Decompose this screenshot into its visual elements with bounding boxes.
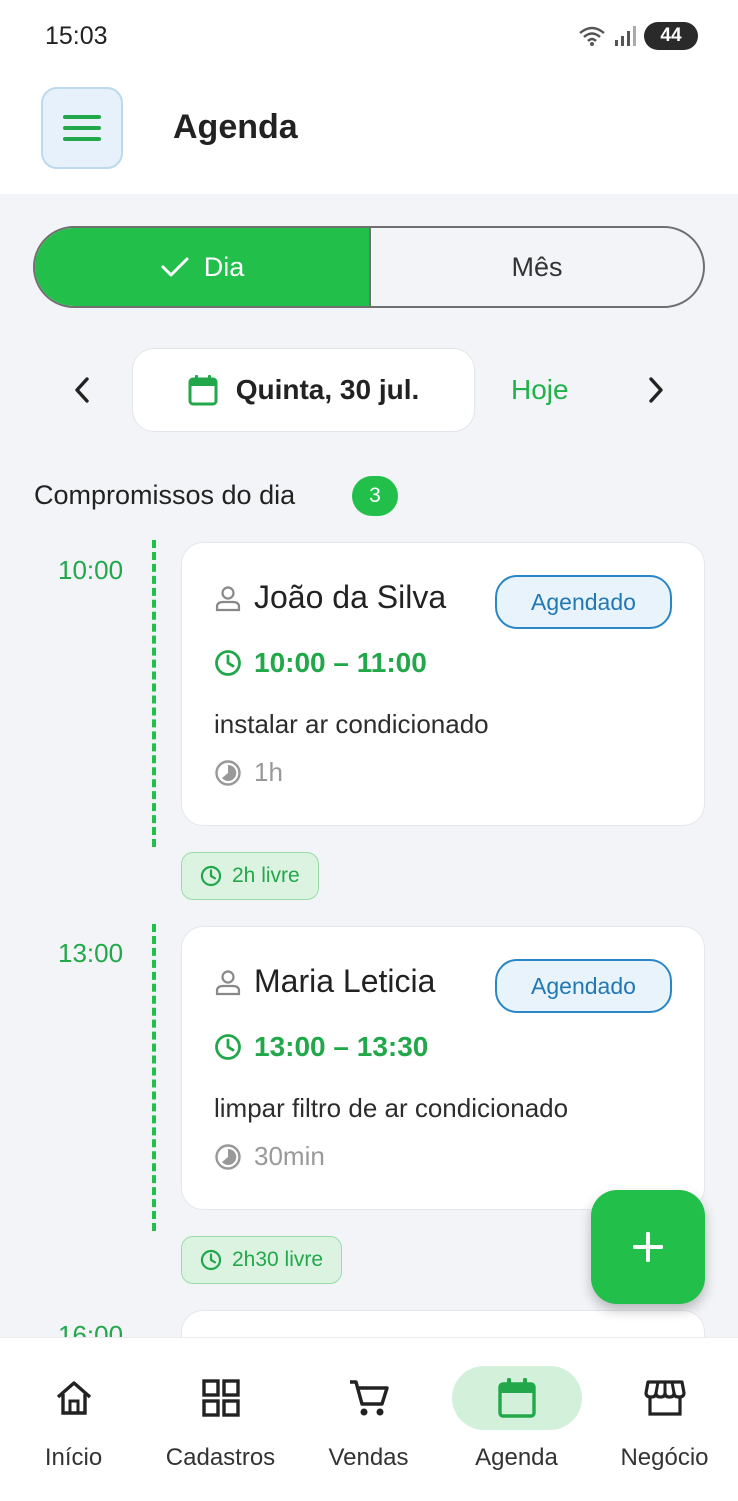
chevron-right-icon	[649, 377, 663, 403]
timeline-line	[152, 924, 156, 1231]
clock-icon	[200, 865, 222, 887]
nav-label: Cadastros	[165, 1444, 276, 1471]
grid-icon	[201, 1379, 240, 1417]
today-link[interactable]: Hoje	[511, 374, 569, 406]
previous-day-button[interactable]	[62, 370, 102, 410]
bottom-navigation: Início Cadastros Vendas Agenda Negócio	[0, 1337, 738, 1501]
add-appointment-button[interactable]	[591, 1190, 705, 1304]
client-name-text: Maria Leticia	[254, 963, 436, 999]
nav-icon-container	[156, 1366, 286, 1430]
time-range: 10:00 – 11:00	[254, 647, 427, 678]
view-toggle: Dia Mês	[33, 226, 705, 308]
nav-label: Início	[44, 1444, 103, 1471]
duration-icon	[215, 759, 241, 786]
appointment-card[interactable]: João da Silva Agendado 10:00 – 11:00 ins…	[181, 542, 705, 826]
app-bar: Agenda	[0, 70, 738, 194]
status-time: 15:03	[45, 22, 108, 50]
free-slot-label: 2h livre	[232, 864, 300, 887]
client-name: Maria Leticia	[214, 963, 435, 1000]
tab-month-label: Mês	[511, 251, 563, 282]
nav-item-cadastros[interactable]: Cadastros	[147, 1338, 294, 1501]
clock-icon	[215, 1034, 241, 1060]
time-range: 13:00 – 13:30	[254, 1031, 429, 1062]
clock-icon	[215, 650, 241, 676]
nav-item-vendas[interactable]: Vendas	[295, 1338, 442, 1501]
appointment-description: instalar ar condicionado	[214, 709, 489, 739]
status-bar: 15:03 44	[0, 0, 738, 70]
nav-item-agenda[interactable]: Agenda	[443, 1338, 590, 1501]
free-slot-chip: 2h30 livre	[181, 1236, 343, 1284]
section-title: Compromissos do dia	[34, 480, 296, 510]
nav-icon-container-active	[451, 1366, 582, 1430]
nav-item-negocio[interactable]: Negócio	[591, 1338, 738, 1501]
wifi-icon	[579, 26, 605, 46]
status-badge: Agendado	[495, 959, 672, 1013]
appointment-card[interactable]: Maria Leticia Agendado 13:00 – 13:30 lim…	[181, 926, 705, 1210]
appointment-time: 10:00 – 11:00	[214, 647, 427, 679]
menu-button[interactable]	[41, 87, 123, 169]
check-icon	[161, 257, 189, 277]
calendar-icon	[497, 1378, 536, 1418]
page-title: Agenda	[173, 108, 298, 146]
battery-indicator: 44	[644, 22, 698, 50]
appointment-description: limpar filtro de ar condicionado	[214, 1093, 569, 1123]
free-slot-chip: 2h livre	[181, 852, 319, 900]
status-icons: 44	[578, 22, 698, 50]
duration-icon	[215, 1143, 241, 1170]
home-icon	[56, 1381, 91, 1415]
nav-icon-container	[304, 1366, 434, 1430]
nav-icon-container	[9, 1366, 139, 1430]
slot-time-label: 10:00	[58, 555, 124, 585]
duration-text: 1h	[254, 757, 283, 787]
clock-icon	[200, 1249, 222, 1271]
cart-icon	[349, 1380, 389, 1416]
calendar-icon	[188, 375, 218, 406]
appointments-count-badge: 3	[352, 476, 398, 516]
plus-icon	[633, 1232, 663, 1262]
person-icon	[215, 969, 241, 995]
tab-day-label: Dia	[203, 251, 245, 282]
nav-icon-container	[600, 1366, 730, 1430]
client-name: João da Silva	[214, 579, 446, 616]
chevron-left-icon	[75, 377, 89, 403]
store-icon	[643, 1380, 686, 1416]
client-name-text: João da Silva	[254, 579, 447, 615]
tab-month[interactable]: Mês	[371, 228, 703, 306]
tab-day[interactable]: Dia	[35, 228, 371, 306]
person-icon	[215, 585, 241, 611]
next-day-button[interactable]	[636, 370, 676, 410]
appointment-time: 13:00 – 13:30	[214, 1031, 428, 1063]
status-badge: Agendado	[495, 575, 672, 629]
nav-label: Agenda	[475, 1444, 558, 1471]
timeline-line	[152, 540, 156, 847]
duration-text: 30min	[254, 1141, 325, 1171]
nav-item-inicio[interactable]: Início	[0, 1338, 147, 1501]
appointment-duration: 1h	[214, 757, 283, 788]
nav-label: Vendas	[328, 1444, 409, 1471]
nav-label: Negócio	[620, 1444, 709, 1471]
appointment-duration: 30min	[214, 1141, 325, 1172]
hamburger-icon	[63, 115, 101, 141]
slot-time-label: 13:00	[58, 938, 124, 968]
signal-icon	[615, 26, 636, 46]
date-picker[interactable]: Quinta, 30 jul.	[132, 348, 475, 432]
current-date: Quinta, 30 jul.	[235, 374, 420, 405]
free-slot-label: 2h30 livre	[232, 1248, 324, 1271]
